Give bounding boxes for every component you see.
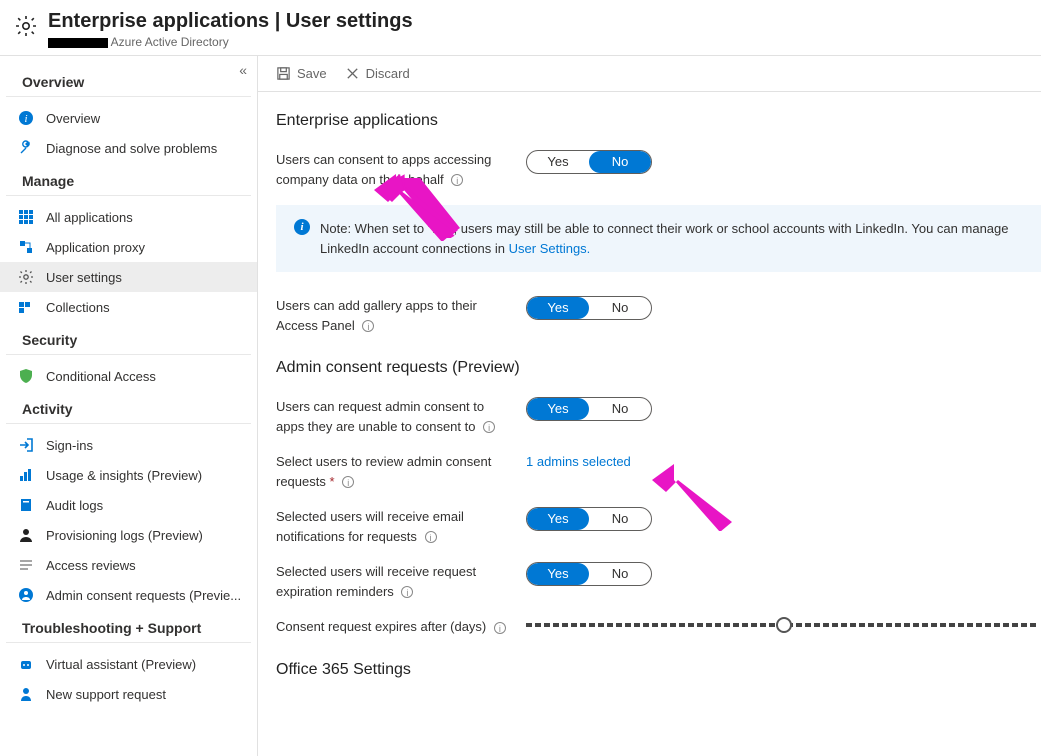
book-icon [18, 497, 34, 513]
reviewers-link[interactable]: 1 admins selected [526, 452, 631, 469]
sidebar-item-user-settings[interactable]: User settings [0, 262, 257, 292]
gear-icon [14, 14, 38, 38]
user-settings-link[interactable]: User Settings. [509, 241, 591, 256]
info-icon[interactable]: i [494, 622, 506, 634]
grid-icon [18, 209, 34, 225]
content-pane: Save Discard Enterprise applications Use… [258, 56, 1041, 756]
label-gallery-apps: Users can add gallery apps to their Acce… [276, 296, 526, 335]
close-icon [345, 66, 360, 81]
label-expiry-reminder: Selected users will receive request expi… [276, 562, 526, 601]
page-subtitle: Azure Active Directory [48, 35, 413, 49]
label-select-reviewers: Select users to review admin consent req… [276, 452, 526, 491]
sidebar-section-security: Security [6, 322, 251, 355]
sidebar-section-manage: Manage [6, 163, 251, 196]
sidebar-item-all-apps[interactable]: All applications [0, 202, 257, 232]
admin-icon [18, 587, 34, 603]
sidebar-item-provisioning[interactable]: Provisioning logs (Preview) [0, 520, 257, 550]
signin-icon [18, 437, 34, 453]
sidebar-item-diagnose[interactable]: Diagnose and solve problems [0, 133, 257, 163]
sidebar-item-signins[interactable]: Sign-ins [0, 430, 257, 460]
gear-small-icon [18, 269, 34, 285]
sidebar: « Overview iOverview Diagnose and solve … [0, 56, 258, 756]
sidebar-item-conditional-access[interactable]: Conditional Access [0, 361, 257, 391]
support-icon [18, 686, 34, 702]
sidebar-item-access-reviews[interactable]: Access reviews [0, 550, 257, 580]
page-title: Enterprise applications | User settings [48, 10, 413, 33]
section-enterprise-apps: Enterprise applications [276, 112, 1041, 130]
sidebar-item-usage[interactable]: Usage & insights (Preview) [0, 460, 257, 490]
person-icon [18, 527, 34, 543]
section-o365: Office 365 Settings [276, 661, 1041, 679]
sidebar-item-support[interactable]: New support request [0, 679, 257, 709]
label-email-notify: Selected users will receive email notifi… [276, 507, 526, 546]
sidebar-section-overview: Overview [6, 64, 251, 97]
save-button[interactable]: Save [276, 66, 327, 81]
info-icon[interactable]: i [451, 174, 463, 186]
discard-button[interactable]: Discard [345, 66, 410, 81]
sidebar-item-audit-logs[interactable]: Audit logs [0, 490, 257, 520]
toggle-email-notify[interactable]: YesNo [526, 507, 652, 531]
slider-thumb[interactable] [776, 617, 792, 633]
list-icon [18, 557, 34, 573]
save-icon [276, 66, 291, 81]
toggle-request-consent[interactable]: YesNo [526, 397, 652, 421]
sidebar-item-virtual-assistant[interactable]: Virtual assistant (Preview) [0, 649, 257, 679]
toolbar: Save Discard [258, 56, 1041, 92]
sidebar-section-troubleshooting: Troubleshooting + Support [6, 610, 251, 643]
wrench-icon [18, 140, 34, 156]
section-admin-consent: Admin consent requests (Preview) [276, 359, 1041, 377]
sidebar-item-app-proxy[interactable]: Application proxy [0, 232, 257, 262]
info-icon[interactable]: i [483, 421, 495, 433]
toggle-expiry-reminder[interactable]: YesNo [526, 562, 652, 586]
note-info-icon: i [294, 219, 310, 235]
sidebar-item-collections[interactable]: Collections [0, 292, 257, 322]
sidebar-item-overview[interactable]: iOverview [0, 103, 257, 133]
collapse-icon[interactable]: « [239, 62, 247, 78]
page-header: Enterprise applications | User settings … [0, 0, 1041, 56]
info-icon[interactable]: i [362, 320, 374, 332]
expiry-slider[interactable] [526, 617, 1041, 627]
label-users-consent: Users can consent to apps accessing comp… [276, 150, 526, 189]
toggle-users-consent[interactable]: YesNo [526, 150, 652, 174]
sidebar-section-activity: Activity [6, 391, 251, 424]
info-note: i Note: When set to "No", users may stil… [276, 205, 1041, 272]
info-icon: i [18, 110, 34, 126]
label-expiry-days: Consent request expires after (days) i [276, 617, 526, 637]
info-icon[interactable]: i [342, 476, 354, 488]
label-request-consent: Users can request admin consent to apps … [276, 397, 526, 436]
collections-icon [18, 299, 34, 315]
info-icon[interactable]: i [425, 531, 437, 543]
svg-text:i: i [24, 113, 27, 125]
chart-icon [18, 467, 34, 483]
bot-icon [18, 656, 34, 672]
shield-icon [18, 368, 34, 384]
proxy-icon [18, 239, 34, 255]
toggle-gallery-apps[interactable]: YesNo [526, 296, 652, 320]
sidebar-item-admin-consent[interactable]: Admin consent requests (Previe... [0, 580, 257, 610]
info-icon[interactable]: i [401, 586, 413, 598]
